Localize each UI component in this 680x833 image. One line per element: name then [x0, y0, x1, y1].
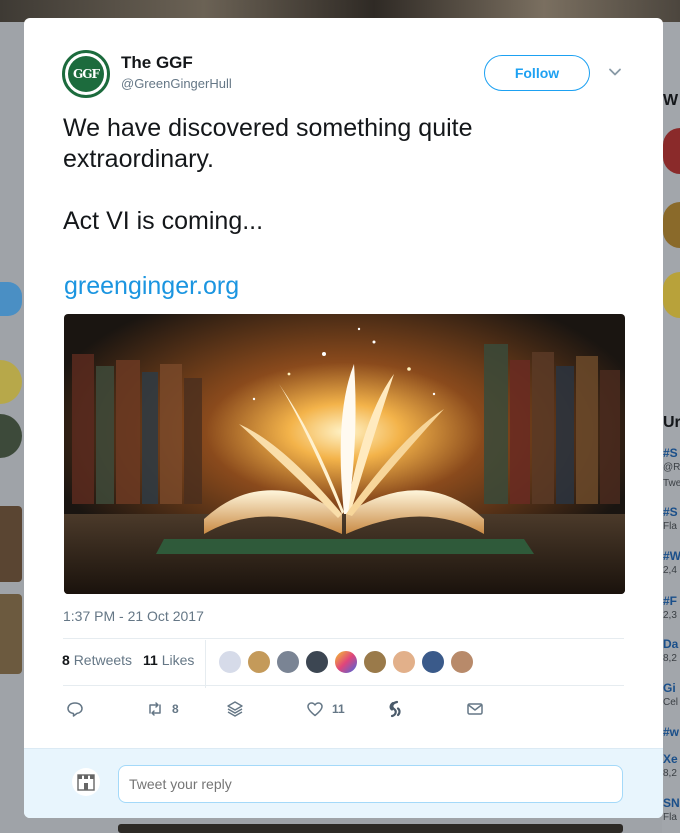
liker-avatar[interactable] — [305, 650, 329, 674]
reply-icon — [67, 702, 83, 717]
background-trend-text: #F — [663, 594, 678, 608]
open-book-image — [64, 314, 625, 594]
tweet-text: We have discovered something quite extra… — [63, 113, 623, 237]
background-trend-text: #S — [663, 505, 678, 519]
divider — [63, 638, 624, 639]
liker-avatar[interactable] — [334, 650, 358, 674]
avatar-logo-text: GGF — [68, 56, 104, 92]
retweet-button[interactable]: 8 — [146, 698, 179, 720]
stack-button[interactable] — [226, 698, 244, 720]
like-count: 11 — [332, 702, 345, 716]
background-trend-text: Cel — [663, 697, 679, 708]
background-trend-text: Fla — [663, 521, 677, 532]
likes-count: 11 — [143, 652, 158, 668]
moments-icon — [389, 700, 401, 718]
tweet-header: GGF The GGF @GreenGingerHull Follow — [62, 50, 632, 102]
retweets-stat[interactable]: 8 Retweets — [62, 652, 132, 668]
stack-icon — [227, 701, 243, 717]
moments-button[interactable] — [386, 698, 404, 720]
direct-message-button[interactable] — [466, 698, 484, 720]
background-trend-text: 8,2 — [663, 768, 677, 779]
background-left-thumb — [0, 506, 22, 582]
background-trend-text: Xe — [663, 752, 678, 766]
background-left-thumb — [0, 594, 22, 674]
background-trend-text: #W — [663, 549, 680, 563]
author-avatar[interactable]: GGF — [62, 50, 110, 98]
like-button[interactable]: 11 — [306, 698, 345, 720]
message-icon — [467, 703, 483, 715]
background-trend-text: Da — [663, 637, 679, 651]
tweet-modal: GGF The GGF @GreenGingerHull Follow We h… — [24, 18, 663, 818]
castle-avatar-icon — [77, 774, 95, 791]
liker-avatar[interactable] — [450, 650, 474, 674]
liker-avatar[interactable] — [247, 650, 271, 674]
background-trend-text: Twe — [663, 478, 680, 489]
retweet-icon — [149, 702, 161, 716]
tweet-timestamp[interactable]: 1:37 PM - 21 Oct 2017 — [63, 608, 204, 624]
tweet-text-line: Act VI is coming... — [63, 207, 264, 235]
background-trend-text: Ur — [663, 414, 680, 431]
liker-avatar[interactable] — [218, 650, 242, 674]
liker-avatar[interactable] — [363, 650, 387, 674]
retweet-count: 8 — [172, 702, 179, 716]
background-trend-text: #w — [663, 725, 680, 739]
reply-button[interactable] — [66, 698, 84, 720]
background-trend-text: Fla — [663, 812, 677, 823]
tweet-link[interactable]: greenginger.org — [64, 272, 239, 301]
retweets-count: 8 — [62, 652, 70, 668]
stats-separator — [205, 640, 206, 688]
background-avatar — [663, 128, 680, 174]
background-left-button — [0, 282, 22, 316]
background-trend-text: #S — [663, 446, 678, 460]
author-handle[interactable]: @GreenGingerHull — [121, 76, 232, 91]
background-avatar — [663, 202, 680, 248]
current-user-avatar[interactable] — [72, 768, 100, 796]
tweet-actions: 8 11 — [64, 698, 624, 720]
tweet-media-image[interactable] — [64, 314, 625, 594]
background-trend-text: Gi — [663, 681, 676, 695]
likes-stat[interactable]: 11 Likes — [143, 652, 194, 668]
liker-avatar[interactable] — [276, 650, 300, 674]
reply-input[interactable] — [118, 765, 623, 803]
liker-avatar[interactable] — [392, 650, 416, 674]
background-trend-text: 8,2 — [663, 653, 677, 664]
background-trend-text: 2,3 — [663, 610, 677, 621]
divider — [63, 685, 624, 686]
tweet-text-line: We have discovered something quite extra… — [63, 114, 473, 173]
liker-avatar[interactable] — [421, 650, 445, 674]
retweets-label: Retweets — [73, 652, 133, 668]
background-avatar — [663, 272, 680, 318]
likes-label: Likes — [161, 652, 195, 668]
background-bottom-strip — [118, 824, 623, 833]
tweet-stats: 8 Retweets 11 Likes — [62, 640, 624, 688]
chevron-down-icon[interactable] — [607, 64, 623, 80]
reply-composer — [24, 748, 663, 818]
follow-button[interactable]: Follow — [484, 55, 590, 91]
background-trend-text: SN — [663, 796, 680, 810]
heart-icon — [307, 702, 323, 717]
author-name[interactable]: The GGF — [121, 53, 193, 73]
background-trend-text: W — [663, 92, 679, 109]
background-trend-text: 2,4 — [663, 565, 677, 576]
background-trend-text: @R — [663, 462, 680, 473]
